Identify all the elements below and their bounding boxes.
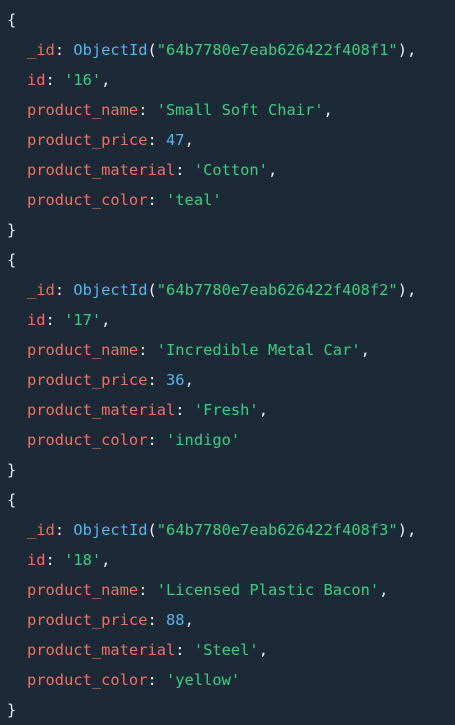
field-value: 'Steel'	[193, 641, 259, 659]
field-value: 88	[166, 611, 185, 629]
field-key: product_color	[27, 431, 148, 449]
document-open-brace: {	[7, 491, 17, 509]
document-close-brace: }	[7, 461, 17, 479]
field-value: '16'	[64, 71, 102, 89]
field-product-material: product_material: 'Cotton',	[27, 161, 278, 179]
field-product-price: product_price: 88,	[27, 611, 194, 629]
field-product-color: product_color: 'teal'	[27, 191, 222, 209]
field-product-price: product_price: 47,	[27, 131, 194, 149]
field-key: product_price	[27, 611, 148, 629]
field-key: product_name	[27, 581, 139, 599]
field-product-material: product_material: 'Steel',	[27, 641, 268, 659]
field-value: 'Cotton'	[193, 161, 268, 179]
field-value: "64b7780e7eab626422f408f2"	[156, 281, 398, 299]
field-value: 'Small Soft Chair'	[156, 101, 324, 119]
field-key: product_color	[27, 191, 148, 209]
field-value: '18'	[64, 551, 102, 569]
field-product-color: product_color: 'yellow'	[27, 671, 241, 689]
field-key: product_color	[27, 671, 148, 689]
field-key: product_material	[27, 401, 176, 419]
field-key: product_price	[27, 131, 148, 149]
document-open-brace: {	[7, 251, 17, 269]
field-value: 'Licensed Plastic Bacon'	[156, 581, 380, 599]
objectid-function: ObjectId	[73, 281, 148, 299]
field-value: 'indigo'	[166, 431, 241, 449]
field-product-name: product_name: 'Incredible Metal Car',	[27, 341, 370, 359]
field-value: '17'	[64, 311, 102, 329]
field-key: _id	[27, 281, 55, 299]
field-product-material: product_material: 'Fresh',	[27, 401, 268, 419]
field-key: product_name	[27, 101, 139, 119]
field-object-id: _id: ObjectId("64b7780e7eab626422f408f3"…	[27, 521, 417, 539]
field-value: 'yellow'	[166, 671, 241, 689]
field-key: id	[27, 311, 46, 329]
field-value: 'Incredible Metal Car'	[156, 341, 361, 359]
field-product-name: product_name: 'Small Soft Chair',	[27, 101, 333, 119]
field-key: _id	[27, 41, 55, 59]
field-key: _id	[27, 521, 55, 539]
objectid-function: ObjectId	[73, 521, 148, 539]
field-value: 'Fresh'	[193, 401, 259, 419]
field-product-color: product_color: 'indigo'	[27, 431, 241, 449]
field-value: 36	[166, 371, 185, 389]
field-key: product_price	[27, 371, 148, 389]
field-object-id: _id: ObjectId("64b7780e7eab626422f408f2"…	[27, 281, 417, 299]
field-object-id: _id: ObjectId("64b7780e7eab626422f408f1"…	[27, 41, 417, 59]
field-key: id	[27, 551, 46, 569]
field-value: "64b7780e7eab626422f408f1"	[156, 41, 398, 59]
field-id: id: '18',	[27, 551, 111, 569]
query-results-output: { _id: ObjectId("64b7780e7eab626422f408f…	[0, 0, 455, 724]
field-id: id: '16',	[27, 71, 111, 89]
document-close-brace: }	[7, 701, 17, 719]
field-product-price: product_price: 36,	[27, 371, 194, 389]
field-key: product_name	[27, 341, 139, 359]
field-key: product_material	[27, 161, 176, 179]
field-value: 'teal'	[166, 191, 222, 209]
field-key: id	[27, 71, 46, 89]
field-product-name: product_name: 'Licensed Plastic Bacon',	[27, 581, 389, 599]
document-open-brace: {	[7, 11, 17, 29]
field-value: 47	[166, 131, 185, 149]
field-key: product_material	[27, 641, 176, 659]
objectid-function: ObjectId	[73, 41, 148, 59]
document-close-brace: }	[7, 221, 17, 239]
field-value: "64b7780e7eab626422f408f3"	[156, 521, 398, 539]
field-id: id: '17',	[27, 311, 111, 329]
